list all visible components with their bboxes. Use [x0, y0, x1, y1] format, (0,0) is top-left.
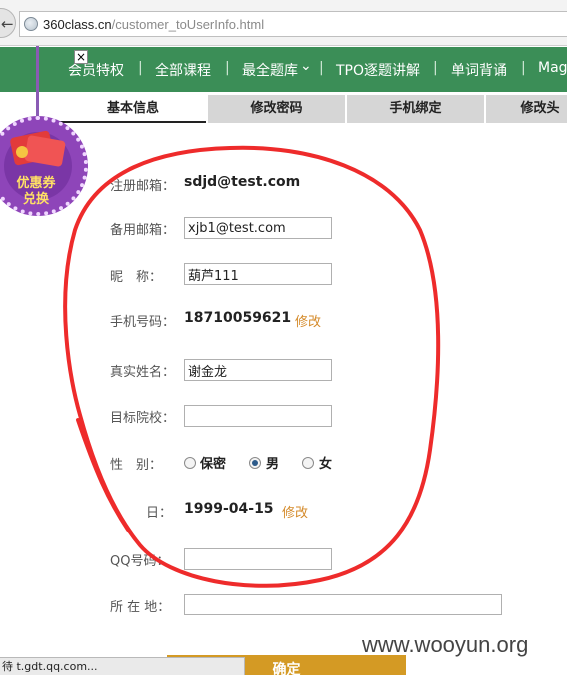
- nav-separator: |: [433, 60, 438, 76]
- back-arrow-icon: ←: [1, 15, 14, 33]
- nav-separator: |: [138, 60, 143, 76]
- birthday-edit-link[interactable]: 修改: [282, 502, 308, 521]
- watermark: www.wooyun.org: [362, 632, 529, 657]
- close-icon[interactable]: ×: [74, 50, 88, 64]
- school-field[interactable]: [184, 405, 332, 427]
- coupon-badge[interactable]: 优惠券 兑换: [0, 116, 88, 216]
- email-label: 注册邮箱：: [110, 179, 176, 194]
- tab-basic-info[interactable]: 基本信息: [60, 95, 206, 123]
- badge-string: [36, 46, 39, 120]
- gender-option-male[interactable]: 男: [266, 453, 279, 472]
- nav-separator: |: [521, 60, 526, 76]
- confirm-button-label: 确定: [272, 662, 301, 675]
- backup-email-label: 备用邮箱：: [110, 223, 176, 238]
- realname-field[interactable]: [184, 359, 332, 381]
- url-text: 360class.cn/customer_toUserInfo.html: [43, 17, 264, 32]
- birthday-value: 1999-04-15: [184, 501, 274, 517]
- browser-status-bar: 待 t.gdt.qq.com...: [0, 657, 245, 675]
- globe-icon: [24, 17, 38, 31]
- gender-radio-male[interactable]: [249, 457, 261, 469]
- back-button[interactable]: ←: [0, 8, 16, 38]
- coupon-label-line2: 兑换: [22, 192, 49, 207]
- tab-change-password[interactable]: 修改密码: [206, 95, 345, 123]
- coupon-label-line1: 优惠券: [16, 176, 56, 191]
- tab-phone-binding[interactable]: 手机绑定: [345, 95, 484, 123]
- nickname-field[interactable]: [184, 263, 332, 285]
- phone-value: 18710059621: [184, 310, 292, 326]
- url-path: /customer_toUserInfo.html: [111, 17, 265, 32]
- address-field[interactable]: [184, 594, 502, 615]
- backup-email-field[interactable]: [184, 217, 332, 239]
- qq-field[interactable]: [184, 548, 332, 570]
- address-label: 所 在 地：: [110, 600, 171, 615]
- nav-separator: |: [225, 60, 230, 76]
- phone-label: 手机号码：: [110, 315, 176, 330]
- nav-item-question-bank[interactable]: 最全题库: [242, 60, 298, 80]
- gender-option-female[interactable]: 女: [319, 453, 332, 472]
- gender-option-secret[interactable]: 保密: [200, 453, 226, 472]
- gender-radio-female[interactable]: [302, 457, 314, 469]
- nav-separator: |: [319, 60, 324, 76]
- account-tabs: 基本信息 修改密码 手机绑定 修改头: [60, 95, 567, 123]
- tab-change-avatar[interactable]: 修改头: [484, 95, 567, 123]
- school-label: 目标院校：: [110, 411, 176, 426]
- coin-icon: [16, 146, 28, 158]
- nav-item-mag[interactable]: Mag: [538, 60, 567, 76]
- url-host: 360class.cn: [43, 17, 112, 32]
- browser-address-bar: ← 360class.cn/customer_toUserInfo.html: [0, 0, 567, 46]
- nav-item-tpo[interactable]: TPO逐题讲解: [336, 60, 420, 80]
- email-value: sdjd@test.com: [184, 174, 301, 190]
- chevron-down-icon[interactable]: ⌄: [300, 58, 312, 74]
- gender-radio-secret[interactable]: [184, 457, 196, 469]
- qq-label: QQ号码：: [110, 554, 170, 569]
- phone-edit-link[interactable]: 修改: [295, 311, 321, 330]
- coupon-label: 优惠券 兑换: [6, 176, 66, 208]
- nav-item-courses[interactable]: 全部课程: [155, 60, 211, 80]
- birthday-label: 日：: [146, 506, 173, 521]
- gender-label: 性 别：: [110, 458, 163, 473]
- realname-label: 真实姓名：: [110, 365, 176, 380]
- nav-item-vocab[interactable]: 单词背诵: [451, 60, 507, 80]
- url-field[interactable]: 360class.cn/customer_toUserInfo.html: [19, 11, 567, 37]
- nickname-label: 昵 称：: [110, 270, 163, 285]
